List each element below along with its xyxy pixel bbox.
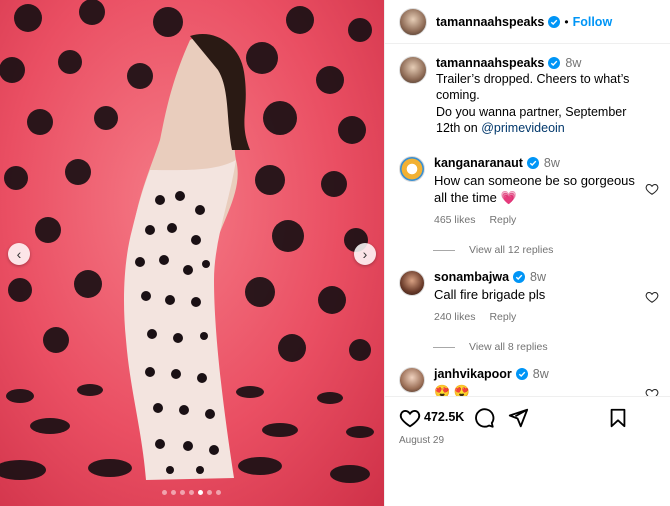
comment-username[interactable]: sonambajwa <box>434 270 509 284</box>
comment-like-count[interactable]: 240 likes <box>434 311 475 323</box>
comment-like-count[interactable]: 465 likes <box>434 214 475 226</box>
follow-button[interactable]: Follow <box>573 15 613 29</box>
heart-icon[interactable] <box>645 387 659 396</box>
comments-list[interactable]: tamannaahspeaks 8w Trailer’s dropped. Ch… <box>385 44 670 396</box>
heart-icon[interactable] <box>645 290 659 304</box>
caption: tamannaahspeaks 8w Trailer’s dropped. Ch… <box>399 56 659 136</box>
comment-text: How can someone be so gorgeous all the t… <box>434 172 639 206</box>
chevron-left-icon: ‹ <box>16 246 22 262</box>
replies-divider <box>433 346 455 348</box>
heart-icon[interactable] <box>399 407 421 429</box>
caption-time: 8w <box>565 56 582 70</box>
comment-item: sonambajwa 8w Call fire brigade pls 240 … <box>399 270 659 323</box>
comment-item: kanganaranaut 8w How can someone be so g… <box>399 156 659 226</box>
caption-text-line2: Do you wanna partner, September 12th on … <box>436 104 641 136</box>
verified-badge-icon <box>526 157 539 169</box>
view-replies-button[interactable]: View all 12 replies <box>433 244 553 256</box>
caption-username[interactable]: tamannaahspeaks <box>436 56 544 70</box>
like-count[interactable]: 472.5K <box>424 410 464 424</box>
commenter-avatar[interactable] <box>399 270 425 296</box>
carousel-dot <box>171 490 176 495</box>
post-date: August 29 <box>399 435 445 446</box>
comment-time: 8w <box>543 156 560 170</box>
view-replies-label: View all 12 replies <box>469 244 554 256</box>
post-actions: 472.5K August 29 <box>385 396 670 506</box>
mention-link[interactable]: @primevideoin <box>481 121 565 135</box>
carousel-dot <box>198 490 203 495</box>
comment-time: 8w <box>530 270 547 284</box>
comment-text-content: How can someone be so gorgeous all the t… <box>434 173 635 205</box>
caption-avatar[interactable] <box>399 56 427 84</box>
comment-text: Call fire brigade pls <box>434 287 546 302</box>
comment-item: janhvikapoor 8w 😍 😍 <box>399 367 659 396</box>
polka-dot-backdrop <box>0 0 374 483</box>
verified-badge-icon <box>548 57 561 69</box>
reply-button[interactable]: Reply <box>489 311 516 323</box>
model-figure <box>124 33 250 480</box>
author-avatar[interactable] <box>399 7 427 36</box>
replies-divider <box>433 249 455 251</box>
carousel-dot <box>180 490 185 495</box>
paper-plane-icon[interactable] <box>507 407 529 429</box>
verified-badge-icon <box>513 271 526 283</box>
view-replies-label: View all 8 replies <box>469 341 548 353</box>
carousel-next-button[interactable]: › <box>354 243 376 265</box>
separator-bullet: • <box>564 14 569 29</box>
carousel-dot <box>189 490 194 495</box>
pink-heart-emoji: 💗 <box>500 190 517 205</box>
carousel-dot <box>162 490 167 495</box>
verified-badge-icon <box>515 368 528 380</box>
carousel-prev-button[interactable]: ‹ <box>8 243 30 265</box>
commenter-avatar[interactable] <box>399 367 425 393</box>
bookmark-icon[interactable] <box>607 407 629 429</box>
verified-badge-icon <box>548 15 561 28</box>
post-header: tamannaahspeaks • Follow <box>385 0 670 44</box>
reply-button[interactable]: Reply <box>489 214 516 226</box>
commenter-avatar[interactable] <box>399 156 425 182</box>
heart-icon[interactable] <box>645 182 659 196</box>
caption-text-line1: Trailer’s dropped. Cheers to what’s comi… <box>436 72 630 102</box>
comment-username[interactable]: janhvikapoor <box>434 367 512 381</box>
carousel-dot <box>207 490 212 495</box>
comment-time: 8w <box>532 367 549 381</box>
comment-text: 😍 😍 <box>434 384 470 396</box>
author-username[interactable]: tamannaahspeaks <box>436 15 544 29</box>
comment-username[interactable]: kanganaranaut <box>434 156 523 170</box>
post-media: ‹ › <box>0 0 384 506</box>
chevron-right-icon: › <box>362 246 368 262</box>
view-replies-button[interactable]: View all 8 replies <box>433 341 548 353</box>
post-side-panel: tamannaahspeaks • Follow tamannaahspeaks… <box>384 0 670 506</box>
carousel-indicator <box>162 490 221 495</box>
comment-bubble-icon[interactable] <box>473 407 495 429</box>
carousel-dot <box>216 490 221 495</box>
